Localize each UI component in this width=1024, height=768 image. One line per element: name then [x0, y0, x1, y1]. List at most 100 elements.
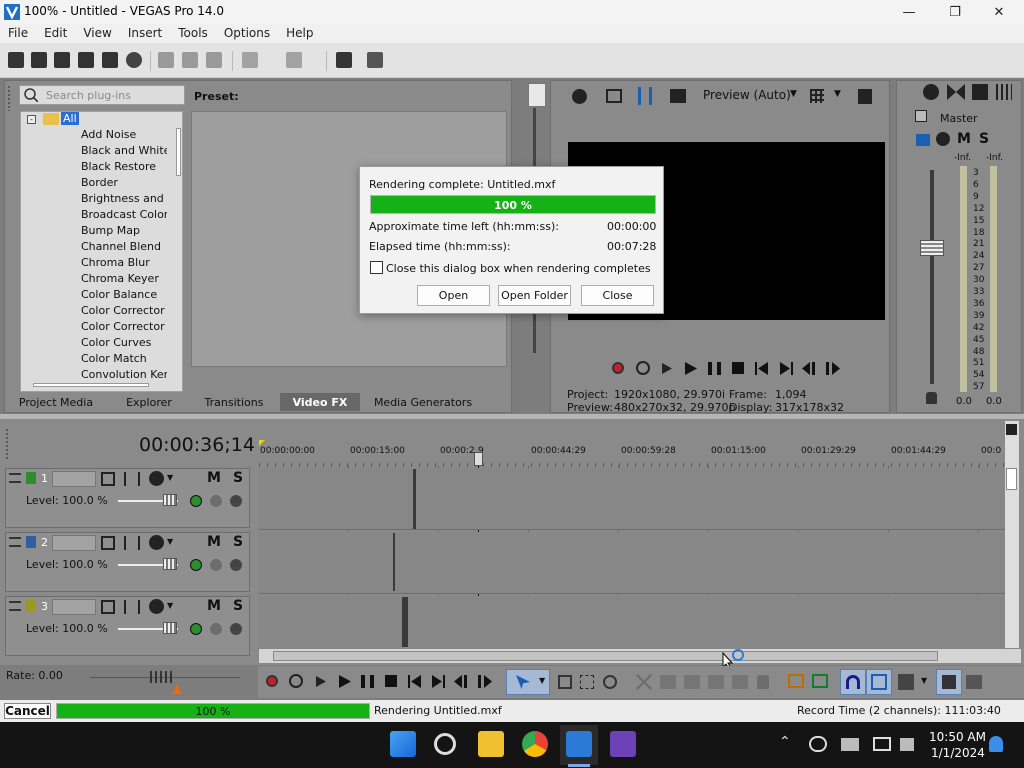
properties-gear-icon[interactable] [126, 52, 142, 68]
compositing-mode-icon[interactable] [190, 559, 202, 571]
timeline-hscrollbar[interactable] [259, 649, 1021, 663]
close-when-done-checkbox[interactable] [370, 261, 383, 274]
track-mute-button[interactable]: M [207, 598, 221, 614]
tree-scrollbar[interactable] [176, 128, 181, 176]
open-button[interactable]: Open [417, 285, 490, 306]
copy-icon[interactable] [182, 52, 198, 68]
menu-view[interactable]: View [75, 24, 119, 43]
timeline-next-frame-icon[interactable] [478, 675, 494, 688]
make-compositing-child-icon[interactable] [210, 559, 222, 571]
master-box-icon[interactable] [915, 110, 927, 122]
tree-root-all[interactable]: All [61, 112, 79, 125]
track-gear-icon[interactable] [149, 471, 164, 486]
copy-snapshot-icon[interactable] [858, 89, 872, 104]
chevron-up-icon[interactable]: ⌃ [779, 734, 791, 750]
play-icon[interactable] [683, 362, 697, 375]
make-compositing-parent-icon[interactable] [230, 623, 242, 635]
timeline-go-to-end-icon[interactable] [431, 675, 445, 688]
close-window-button[interactable]: ✕ [976, 0, 1022, 24]
mixer-faders-icon[interactable] [996, 84, 1012, 100]
tab-explorer[interactable]: Explorer [116, 393, 182, 411]
trimmer-tab[interactable] [528, 83, 546, 107]
new-project-icon[interactable] [8, 52, 24, 68]
record-icon[interactable] [612, 362, 624, 374]
cancel-render-button[interactable]: Cancel [4, 703, 51, 719]
undo-icon[interactable] [242, 52, 258, 68]
menu-options[interactable]: Options [216, 24, 278, 43]
plugin-item[interactable]: Convolution Kerne [81, 367, 167, 383]
plugin-item[interactable]: Black Restore [81, 159, 167, 175]
split-icon[interactable] [732, 675, 748, 689]
lock-icon[interactable] [926, 392, 937, 404]
tab-transitions[interactable]: Transitions [198, 393, 270, 411]
marker-flag-icon[interactable] [1006, 424, 1017, 435]
tab-project-media[interactable]: Project Media [16, 393, 96, 411]
track-motion-icon[interactable] [101, 472, 115, 486]
plugin-item[interactable]: Border [81, 175, 167, 191]
track-motion-icon[interactable] [101, 536, 115, 550]
menu-file[interactable]: File [0, 24, 36, 43]
track-name-field[interactable] [52, 471, 96, 487]
trim-end-icon[interactable] [708, 675, 724, 689]
chevron-down-icon[interactable]: ▼ [167, 601, 173, 610]
go-to-end-icon[interactable] [779, 362, 793, 375]
track-header[interactable]: 3 ▼ M S Level: 100.0 % [5, 596, 250, 656]
master-gear-icon[interactable] [936, 132, 950, 146]
menu-tools[interactable]: Tools [170, 24, 216, 43]
render-as-icon[interactable] [102, 52, 118, 68]
plugin-item[interactable]: Broadcast Colors [81, 207, 167, 223]
track-gear-icon[interactable] [149, 599, 164, 614]
loop-icon[interactable] [636, 361, 650, 375]
selection-tool-icon[interactable] [580, 675, 594, 689]
speaker-icon[interactable] [972, 84, 988, 100]
vscroll-thumb[interactable] [1006, 468, 1017, 490]
close-dialog-button[interactable]: Close [581, 285, 654, 306]
start-windows-icon[interactable] [390, 731, 416, 757]
file-explorer-icon[interactable] [478, 731, 504, 757]
whats-this-help-icon[interactable] [367, 52, 383, 68]
insert-marker-icon[interactable] [788, 674, 804, 688]
tab-media-generators[interactable]: Media Generators [368, 393, 478, 411]
timeline-pause-icon[interactable] [361, 675, 374, 688]
open-folder-button[interactable]: Open Folder [498, 285, 571, 306]
plugin-item[interactable]: Brightness and Co [81, 191, 167, 207]
external-monitor-icon[interactable] [606, 89, 622, 103]
track-solo-button[interactable]: S [233, 470, 243, 486]
volume-muted-icon[interactable] [900, 738, 914, 751]
track-minimize-icon[interactable] [9, 473, 21, 483]
plugin-item[interactable]: Color Balance [81, 287, 167, 303]
preview-gear-icon[interactable] [572, 89, 587, 104]
track-fx-icon[interactable] [124, 472, 140, 486]
chevron-down-icon[interactable]: ▼ [834, 89, 841, 99]
chevron-down-icon[interactable]: ▼ [539, 676, 545, 685]
make-compositing-child-icon[interactable] [210, 495, 222, 507]
maximize-button[interactable]: ❐ [932, 0, 978, 24]
track-solo-button[interactable]: S [233, 534, 243, 550]
paste-icon[interactable] [206, 52, 222, 68]
track-mute-button[interactable]: M [207, 470, 221, 486]
master-mute-button[interactable]: M [957, 131, 971, 147]
play-from-start-icon[interactable] [660, 362, 674, 375]
plugin-item[interactable]: Color Corrector [81, 303, 167, 319]
track-name-field[interactable] [52, 535, 96, 551]
network-icon[interactable] [841, 738, 859, 751]
level-slider-handle[interactable] [163, 558, 177, 570]
time-ruler[interactable] [259, 463, 1005, 467]
mixer-gear-icon[interactable] [923, 84, 939, 100]
plugin-item[interactable]: Channel Blend [81, 239, 167, 255]
chevron-down-icon[interactable]: ▼ [790, 89, 797, 99]
pause-icon[interactable] [708, 362, 721, 375]
zoom-tool-icon[interactable] [603, 675, 617, 689]
timeline-vscrollbar[interactable] [1005, 421, 1019, 648]
chevron-down-icon[interactable]: ▼ [167, 473, 173, 482]
plugin-item[interactable]: Add Noise [81, 127, 167, 143]
track-minimize-icon[interactable] [9, 537, 21, 547]
timeline-play-icon[interactable] [337, 675, 351, 688]
level-slider-handle[interactable] [163, 622, 177, 634]
compositing-mode-icon[interactable] [190, 495, 202, 507]
timeline-loop-icon[interactable] [289, 674, 303, 688]
menu-help[interactable]: Help [278, 24, 321, 43]
track-solo-button[interactable]: S [233, 598, 243, 614]
plugin-item[interactable]: Color Curves [81, 335, 167, 351]
split-screen-icon[interactable] [638, 87, 652, 105]
